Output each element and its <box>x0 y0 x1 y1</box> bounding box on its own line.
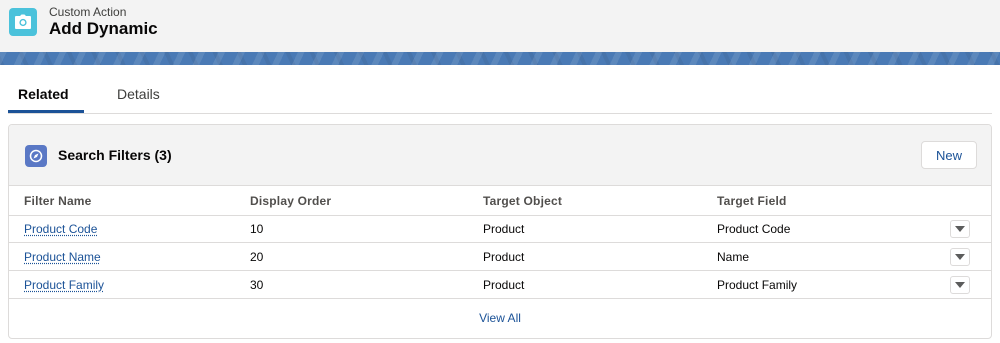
search-filters-card: Search Filters (3) New Filter Name Displ… <box>8 124 992 339</box>
card-title: Search Filters (3) <box>58 147 172 163</box>
column-header-target-field[interactable]: Target Field <box>717 194 787 208</box>
chevron-down-icon <box>955 282 965 288</box>
filter-name-link[interactable]: Product Code <box>24 222 97 236</box>
row-action-button[interactable] <box>950 248 970 266</box>
page-header: Custom Action Add Dynamic <box>0 0 1000 52</box>
target-object-cell: Product <box>483 222 525 236</box>
tab-bar: Related Details <box>8 66 992 114</box>
target-object-cell: Product <box>483 278 525 292</box>
page-title: Add Dynamic <box>49 19 158 38</box>
header-banner <box>0 52 1000 65</box>
filter-name-link[interactable]: Product Name <box>24 250 101 264</box>
table-row: Product Name 20 Product Name <box>9 243 991 271</box>
row-action-button[interactable] <box>950 276 970 294</box>
column-header-target-object[interactable]: Target Object <box>483 194 562 208</box>
display-order-cell: 20 <box>250 250 264 264</box>
target-field-cell: Name <box>717 250 750 264</box>
card-header: Search Filters (3) New <box>9 125 991 185</box>
chevron-down-icon <box>955 226 965 232</box>
view-all-link[interactable]: View All <box>9 311 991 325</box>
target-object-cell: Product <box>483 250 525 264</box>
table-header: Filter Name Display Order Target Object … <box>9 185 991 216</box>
column-header-filter-name[interactable]: Filter Name <box>24 194 92 208</box>
column-header-display-order[interactable]: Display Order <box>250 194 331 208</box>
new-button[interactable]: New <box>921 141 977 169</box>
table-row: Product Family 30 Product Product Family <box>9 271 991 299</box>
compass-icon <box>25 145 47 167</box>
target-field-cell: Product Family <box>717 278 798 292</box>
tab-related[interactable]: Related <box>18 86 69 102</box>
chevron-down-icon <box>955 254 965 260</box>
record-type-label: Custom Action <box>49 5 127 19</box>
row-action-button[interactable] <box>950 220 970 238</box>
target-field-cell: Product Code <box>717 222 791 236</box>
camera-icon <box>9 8 37 36</box>
active-tab-indicator <box>8 110 84 113</box>
table-row: Product Code 10 Product Product Code <box>9 215 991 243</box>
tab-details[interactable]: Details <box>117 86 160 102</box>
display-order-cell: 10 <box>250 222 264 236</box>
filter-name-link[interactable]: Product Family <box>24 278 104 292</box>
display-order-cell: 30 <box>250 278 264 292</box>
